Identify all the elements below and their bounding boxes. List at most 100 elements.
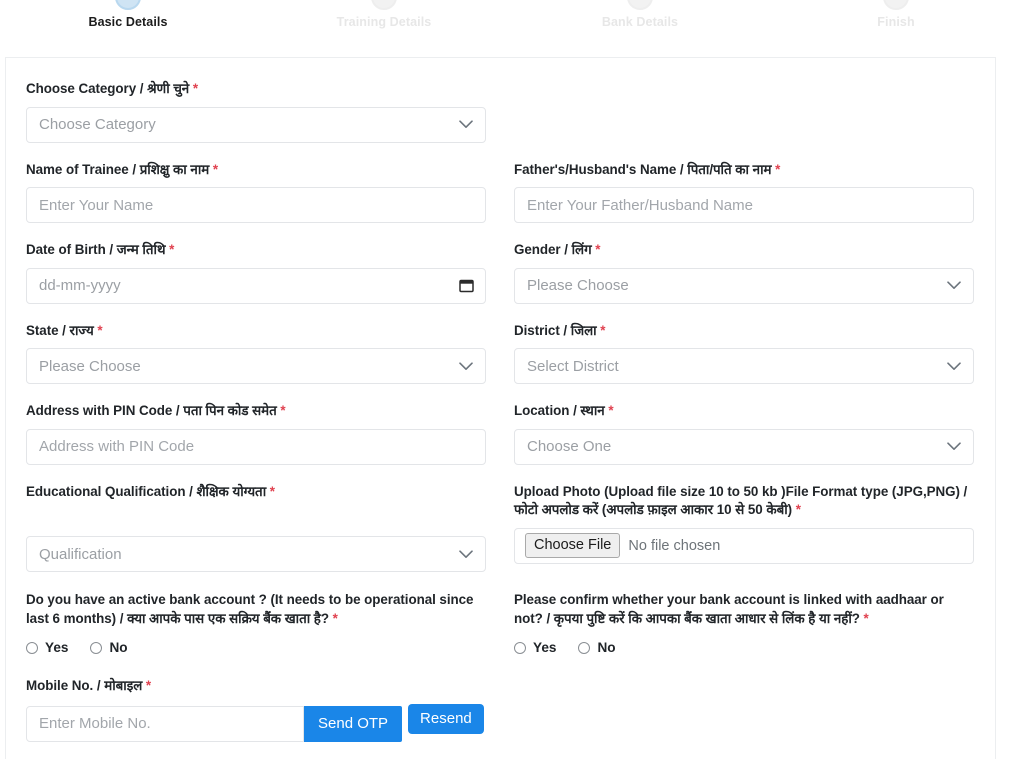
form-row-address-location: Address with PIN Code / पता पिन कोड समेत…: [26, 402, 975, 483]
form-row-names: Name of Trainee / प्रशिक्षु का नाम * Fat…: [26, 161, 975, 242]
field-col: Name of Trainee / प्रशिक्षु का नाम *: [26, 161, 486, 242]
label-active-bank-account: Do you have an active bank account ? (It…: [26, 590, 486, 628]
step-label: Bank Details: [602, 15, 678, 29]
required-marker: *: [193, 81, 198, 96]
field-active-bank-account: Do you have an active bank account ? (It…: [26, 590, 486, 655]
radio-label: No: [597, 640, 615, 655]
resend-otp-button[interactable]: Resend: [408, 704, 484, 734]
field-bank-aadhaar-linked: Please confirm whether your bank account…: [514, 590, 974, 655]
radio-aadhaar-linked-yes[interactable]: Yes: [514, 640, 556, 655]
radio-active-bank-yes[interactable]: Yes: [26, 640, 68, 655]
step-circle-icon: [883, 0, 909, 10]
required-marker: *: [270, 484, 275, 499]
label-mobile: Mobile No. / मोबाइल *: [26, 677, 486, 696]
label-bank-aadhaar-linked: Please confirm whether your bank account…: [514, 590, 974, 628]
mobile-number-input[interactable]: [26, 706, 304, 742]
radio-label: Yes: [45, 640, 68, 655]
field-col: Gender / लिंग * Please Choose: [514, 241, 974, 322]
form-row-mobile: Mobile No. / मोबाइल * Send OTP Resend: [26, 677, 975, 759]
field-col-empty: [514, 80, 974, 161]
label-gender: Gender / लिंग *: [514, 241, 974, 260]
field-col: Educational Qualification / शैक्षिक योग्…: [26, 483, 486, 591]
select-wrap-location: Choose One: [514, 429, 974, 465]
mobile-input-group: Send OTP Resend: [26, 704, 486, 744]
step-label: Training Details: [337, 15, 432, 29]
select-wrap-qualification: Qualification: [26, 536, 486, 572]
form-body: Choose Category / श्रेणी चुने * Choose C…: [6, 58, 995, 759]
required-marker: *: [146, 678, 151, 693]
label-district: District / जिला *: [514, 322, 974, 341]
select-gender[interactable]: Please Choose: [514, 268, 974, 304]
radio-circle-icon[interactable]: [514, 642, 526, 654]
required-marker: *: [600, 323, 605, 338]
field-col: Please confirm whether your bank account…: [514, 590, 974, 673]
field-choose-category: Choose Category / श्रेणी चुने * Choose C…: [26, 80, 486, 143]
select-wrap-state: Please Choose: [26, 348, 486, 384]
required-marker: *: [213, 162, 218, 177]
label-father-husband-name: Father's/Husband's Name / पिता/पति का ना…: [514, 161, 974, 180]
field-father-husband-name: Father's/Husband's Name / पिता/पति का ना…: [514, 161, 974, 224]
step-circle-icon: [627, 0, 653, 10]
spacer: [26, 509, 486, 536]
choose-file-button[interactable]: Choose File: [525, 533, 620, 557]
radio-circle-icon[interactable]: [26, 642, 38, 654]
father-husband-name-input[interactable]: [514, 187, 974, 223]
field-col: Do you have an active bank account ? (It…: [26, 590, 486, 673]
required-marker: *: [169, 242, 174, 257]
select-state[interactable]: Please Choose: [26, 348, 486, 384]
select-location[interactable]: Choose One: [514, 429, 974, 465]
step-basic-details[interactable]: Basic Details: [0, 0, 256, 29]
field-location: Location / स्थान * Choose One: [514, 402, 974, 465]
label-state: State / राज्य *: [26, 322, 486, 341]
step-circle-icon: [371, 0, 397, 10]
field-state: State / राज्य * Please Choose: [26, 322, 486, 385]
upload-photo-input[interactable]: Choose File No file chosen: [514, 528, 974, 564]
step-bank-details[interactable]: Bank Details: [512, 0, 768, 29]
file-status-text: No file chosen: [628, 538, 720, 554]
radio-group-active-bank-account: Yes No: [26, 640, 486, 655]
select-wrap-district: Select District: [514, 348, 974, 384]
field-upload-photo: Upload Photo (Upload file size 10 to 50 …: [514, 483, 974, 564]
required-marker: *: [775, 162, 780, 177]
date-wrap: dd-mm-yyyy: [26, 268, 486, 304]
form-row-state-district: State / राज्य * Please Choose District /…: [26, 322, 975, 403]
select-wrap-gender: Please Choose: [514, 268, 974, 304]
form-row-bank-questions: Do you have an active bank account ? (It…: [26, 590, 975, 673]
send-otp-button[interactable]: Send OTP: [304, 706, 402, 742]
field-col: Upload Photo (Upload file size 10 to 50 …: [514, 483, 974, 591]
step-finish[interactable]: Finish: [768, 0, 1024, 29]
field-gender: Gender / लिंग * Please Choose: [514, 241, 974, 304]
step-label: Basic Details: [88, 15, 167, 29]
select-wrap-category: Choose Category: [26, 107, 486, 143]
radio-label: No: [109, 640, 127, 655]
form-row-qualification-upload: Educational Qualification / शैक्षिक योग्…: [26, 483, 975, 591]
field-col: Father's/Husband's Name / पिता/पति का ना…: [514, 161, 974, 242]
select-choose-category[interactable]: Choose Category: [26, 107, 486, 143]
field-col: Address with PIN Code / पता पिन कोड समेत…: [26, 402, 486, 483]
step-training-details[interactable]: Training Details: [256, 0, 512, 29]
required-marker: *: [280, 403, 285, 418]
select-qualification[interactable]: Qualification: [26, 536, 486, 572]
progress-stepper: Basic Details Training Details Bank Deta…: [0, 0, 1024, 40]
select-district[interactable]: Select District: [514, 348, 974, 384]
field-col-empty: [514, 677, 974, 759]
field-district: District / जिला * Select District: [514, 322, 974, 385]
date-of-birth-input[interactable]: dd-mm-yyyy: [26, 268, 486, 304]
field-mobile: Mobile No. / मोबाइल * Send OTP Resend: [26, 677, 486, 744]
required-marker: *: [864, 611, 869, 626]
form-row-dob-gender: Date of Birth / जन्म तिथि * dd-mm-yyyy: [26, 241, 975, 322]
radio-circle-icon[interactable]: [90, 642, 102, 654]
label-location: Location / स्थान *: [514, 402, 974, 421]
field-col: Choose Category / श्रेणी चुने * Choose C…: [26, 80, 486, 161]
radio-aadhaar-linked-no[interactable]: No: [578, 640, 615, 655]
registration-page: Basic Details Training Details Bank Deta…: [0, 0, 1024, 765]
step-label: Finish: [877, 15, 914, 29]
address-input[interactable]: [26, 429, 486, 465]
field-col: District / जिला * Select District: [514, 322, 974, 403]
trainee-name-input[interactable]: [26, 187, 486, 223]
radio-label: Yes: [533, 640, 556, 655]
label-address: Address with PIN Code / पता पिन कोड समेत…: [26, 402, 486, 421]
radio-circle-icon[interactable]: [578, 642, 590, 654]
radio-active-bank-no[interactable]: No: [90, 640, 127, 655]
label-upload-photo: Upload Photo (Upload file size 10 to 50 …: [514, 483, 974, 520]
